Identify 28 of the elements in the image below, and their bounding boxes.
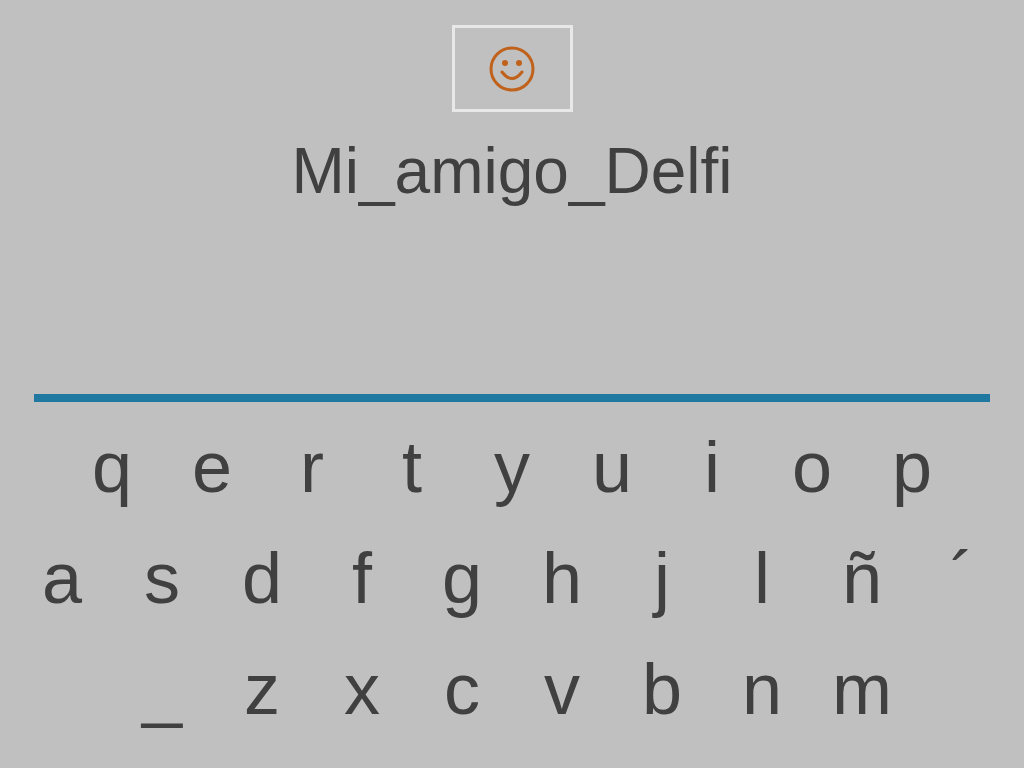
letter-key[interactable]: _: [112, 638, 212, 739]
letter-key[interactable]: g: [412, 527, 512, 628]
letter-key[interactable]: z: [212, 638, 312, 739]
letter-key[interactable]: i: [662, 416, 762, 517]
letter-key[interactable]: y: [462, 416, 562, 517]
letter-key[interactable]: x: [312, 638, 412, 739]
letter-key[interactable]: m: [812, 638, 912, 739]
letter-key[interactable]: s: [112, 527, 212, 628]
letter-key[interactable]: p: [862, 416, 962, 517]
letter-key[interactable]: e: [162, 416, 262, 517]
letter-key[interactable]: a: [12, 527, 112, 628]
letter-key[interactable]: h: [512, 527, 612, 628]
letter-key[interactable]: f: [312, 527, 412, 628]
letter-key[interactable]: t: [362, 416, 462, 517]
letter-key[interactable]: o: [762, 416, 862, 517]
letter-key[interactable]: n: [712, 638, 812, 739]
letter-key[interactable]: r: [262, 416, 362, 517]
letter-key[interactable]: l: [712, 527, 812, 628]
letter-key[interactable]: b: [612, 638, 712, 739]
letter-key[interactable]: c: [412, 638, 512, 739]
letter-key[interactable]: ´: [912, 527, 1012, 628]
letter-key[interactable]: u: [562, 416, 662, 517]
letter-key[interactable]: ñ: [812, 527, 912, 628]
letter-key[interactable]: j: [612, 527, 712, 628]
letter-key[interactable]: d: [212, 527, 312, 628]
smiley-icon: [488, 44, 536, 93]
letter-key[interactable]: v: [512, 638, 612, 739]
letter-key[interactable]: q: [62, 416, 162, 517]
